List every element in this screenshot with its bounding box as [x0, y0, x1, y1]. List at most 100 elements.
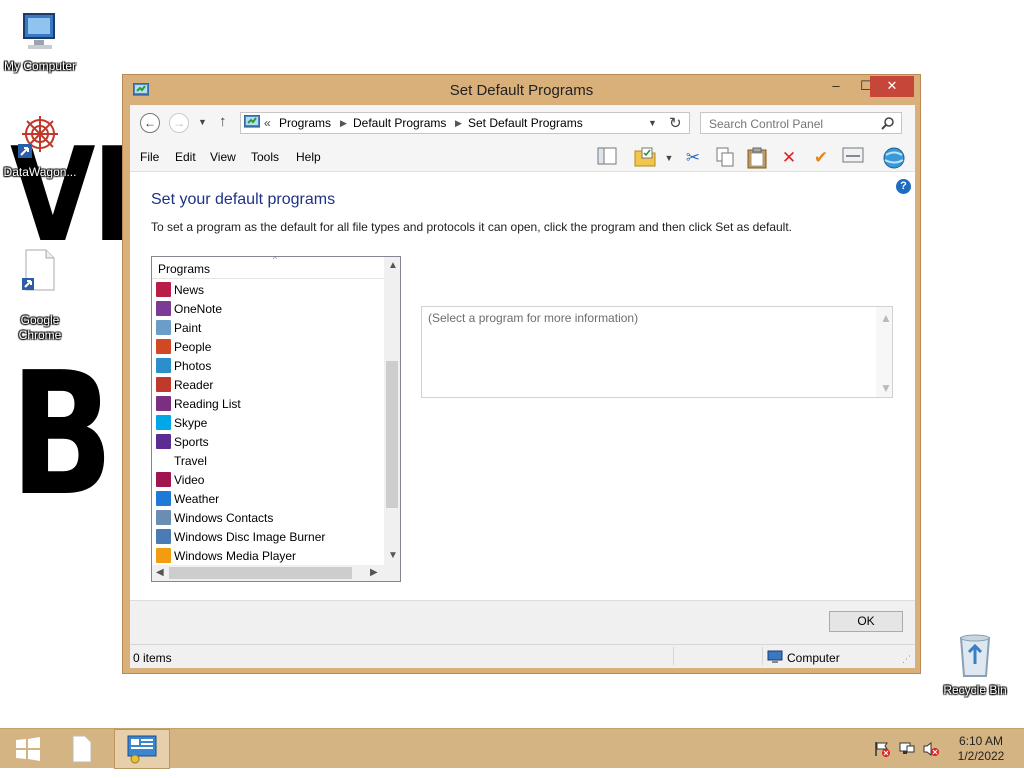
photos-icon: [156, 358, 171, 373]
program-list-item[interactable]: News: [152, 280, 384, 299]
program-list-item[interactable]: OneNote: [152, 299, 384, 318]
checkmark-icon[interactable]: ✔: [810, 147, 832, 169]
contacts-icon: [156, 510, 171, 525]
desktop-icon-recycle-bin[interactable]: Recycle Bin: [935, 630, 1015, 697]
title-bar[interactable]: Set Default Programs – ☐ ✕: [123, 75, 920, 105]
scroll-down-icon[interactable]: ▼: [388, 550, 398, 561]
programs-header-label: Programs: [158, 262, 211, 276]
desktop-icon-datawagon[interactable]: DataWagon...: [0, 112, 80, 179]
scroll-up-icon[interactable]: ▲: [880, 311, 892, 325]
clock-time: 6:10 AM: [958, 734, 1004, 748]
program-list-item[interactable]: Paint: [152, 318, 384, 337]
set-default-programs-window: Set Default Programs – ☐ ✕ ← → ▼ ↑ « Pro…: [122, 74, 921, 674]
recycle-bin-icon: [935, 630, 1015, 681]
globe-icon[interactable]: [882, 147, 905, 169]
search-box[interactable]: [700, 112, 902, 134]
page-heading: Set your default programs: [151, 191, 336, 208]
scroll-up-icon[interactable]: ▲: [388, 260, 398, 271]
help-icon[interactable]: ?: [896, 179, 911, 194]
copy-icon[interactable]: [714, 147, 736, 169]
taskbar-control-panel[interactable]: [114, 729, 170, 769]
minimize-button[interactable]: –: [821, 76, 851, 97]
vertical-scroll-thumb[interactable]: [386, 361, 398, 508]
breadcrumb-separator-icon[interactable]: ▶: [340, 118, 347, 129]
program-list-item[interactable]: Skype: [152, 413, 384, 432]
scroll-down-icon[interactable]: ▼: [880, 381, 892, 395]
menu-tools[interactable]: Tools: [251, 150, 279, 164]
breadcrumb-programs[interactable]: Programs: [279, 116, 331, 130]
delete-icon[interactable]: ✕: [778, 147, 800, 169]
scroll-right-icon[interactable]: ▶: [370, 567, 378, 578]
program-list-item[interactable]: Windows Disc Image Burner: [152, 527, 384, 546]
menu-help[interactable]: Help: [296, 150, 321, 164]
programs-column-header[interactable]: Programs ^: [152, 255, 384, 279]
ok-button[interactable]: OK: [829, 611, 903, 632]
search-icon[interactable]: [881, 116, 895, 133]
menu-view[interactable]: View: [210, 150, 236, 164]
up-arrow-icon[interactable]: ↑: [219, 113, 227, 130]
horizontal-scrollbar[interactable]: ◀ ▶: [152, 565, 400, 581]
clock-date: 1/2/2022: [957, 749, 1005, 763]
refresh-icon[interactable]: ↻: [669, 114, 682, 132]
volume-muted-icon[interactable]: [922, 741, 940, 760]
paint-icon: [156, 320, 171, 335]
sports-icon: [156, 434, 171, 449]
menu-bar: File Edit View Tools Help ▼ ✂ ✕ ✔: [130, 142, 915, 172]
program-name: Photos: [174, 359, 212, 373]
back-button[interactable]: ←: [140, 113, 160, 133]
program-name: Video: [174, 473, 205, 487]
program-list-item[interactable]: Sports: [152, 432, 384, 451]
chevron-down-icon[interactable]: ▼: [648, 118, 657, 128]
program-list-item[interactable]: Travel: [152, 451, 384, 470]
search-input[interactable]: [707, 116, 877, 132]
folder-options-icon[interactable]: [634, 147, 656, 169]
breadcrumb-overflow[interactable]: «: [264, 116, 271, 130]
status-bar: 0 items Computer ⋰: [130, 644, 915, 668]
program-list-item[interactable]: Reading List: [152, 394, 384, 413]
program-name: Windows Media Player: [174, 549, 297, 563]
menu-edit[interactable]: Edit: [175, 150, 196, 164]
info-scrollbar[interactable]: ▲ ▼: [876, 307, 892, 397]
horizontal-scroll-thumb[interactable]: [169, 567, 352, 579]
file-shortcut-icon: [0, 233, 80, 296]
weather-icon: [156, 491, 171, 506]
taskbar-file-explorer[interactable]: [54, 729, 110, 769]
breadcrumb-separator-icon[interactable]: ▶: [455, 118, 462, 129]
program-list-item[interactable]: Windows Media Player: [152, 546, 384, 565]
paste-icon[interactable]: [746, 147, 768, 169]
program-list-item[interactable]: Reader: [152, 375, 384, 394]
program-name: News: [174, 283, 205, 297]
start-button[interactable]: [0, 729, 56, 769]
action-center-flag-icon[interactable]: [873, 741, 891, 760]
recent-locations-dropdown-icon[interactable]: ▼: [198, 117, 207, 127]
desktop-icon-label: DataWagon...: [3, 165, 77, 179]
taskbar-clock[interactable]: 6:10 AM 1/2/2022: [946, 734, 1016, 764]
program-list-item[interactable]: People: [152, 337, 384, 356]
desktop-icon-label: Google Chrome: [18, 313, 62, 342]
program-list-item[interactable]: Windows Contacts: [152, 508, 384, 527]
breadcrumb-set-default-programs[interactable]: Set Default Programs: [468, 116, 583, 130]
layout-icon[interactable]: [596, 147, 618, 169]
program-name: Reading List: [174, 397, 241, 411]
vertical-scrollbar[interactable]: ▲ ▼: [384, 257, 400, 565]
sort-ascending-icon: ^: [273, 255, 277, 264]
programs-list[interactable]: Programs ^ News OneNote Paint People Photos R…: [151, 255, 401, 582]
program-list-item[interactable]: Photos: [152, 356, 384, 375]
program-list-item[interactable]: Video: [152, 470, 384, 489]
cut-icon[interactable]: ✂: [682, 147, 704, 169]
folder-options-dropdown-icon[interactable]: ▼: [658, 147, 680, 169]
properties-icon[interactable]: [842, 147, 864, 169]
network-icon[interactable]: [898, 741, 916, 760]
status-item-count: 0 items: [133, 651, 172, 665]
program-list-item[interactable]: Weather: [152, 489, 384, 508]
resize-grip-icon[interactable]: ⋰: [902, 654, 911, 665]
desktop-icon-my-computer[interactable]: My Computer: [0, 10, 80, 73]
breadcrumb-default-programs[interactable]: Default Programs: [353, 116, 446, 130]
blank-file-icon: [71, 735, 93, 768]
close-button[interactable]: ✕: [870, 76, 914, 97]
forward-button[interactable]: →: [169, 113, 189, 133]
address-path-box[interactable]: « Programs ▶ Default Programs ▶ Set Defa…: [240, 112, 690, 134]
scroll-left-icon[interactable]: ◀: [156, 567, 164, 578]
menu-file[interactable]: File: [140, 150, 159, 164]
desktop-icon-google-chrome[interactable]: Google Chrome: [0, 218, 80, 343]
